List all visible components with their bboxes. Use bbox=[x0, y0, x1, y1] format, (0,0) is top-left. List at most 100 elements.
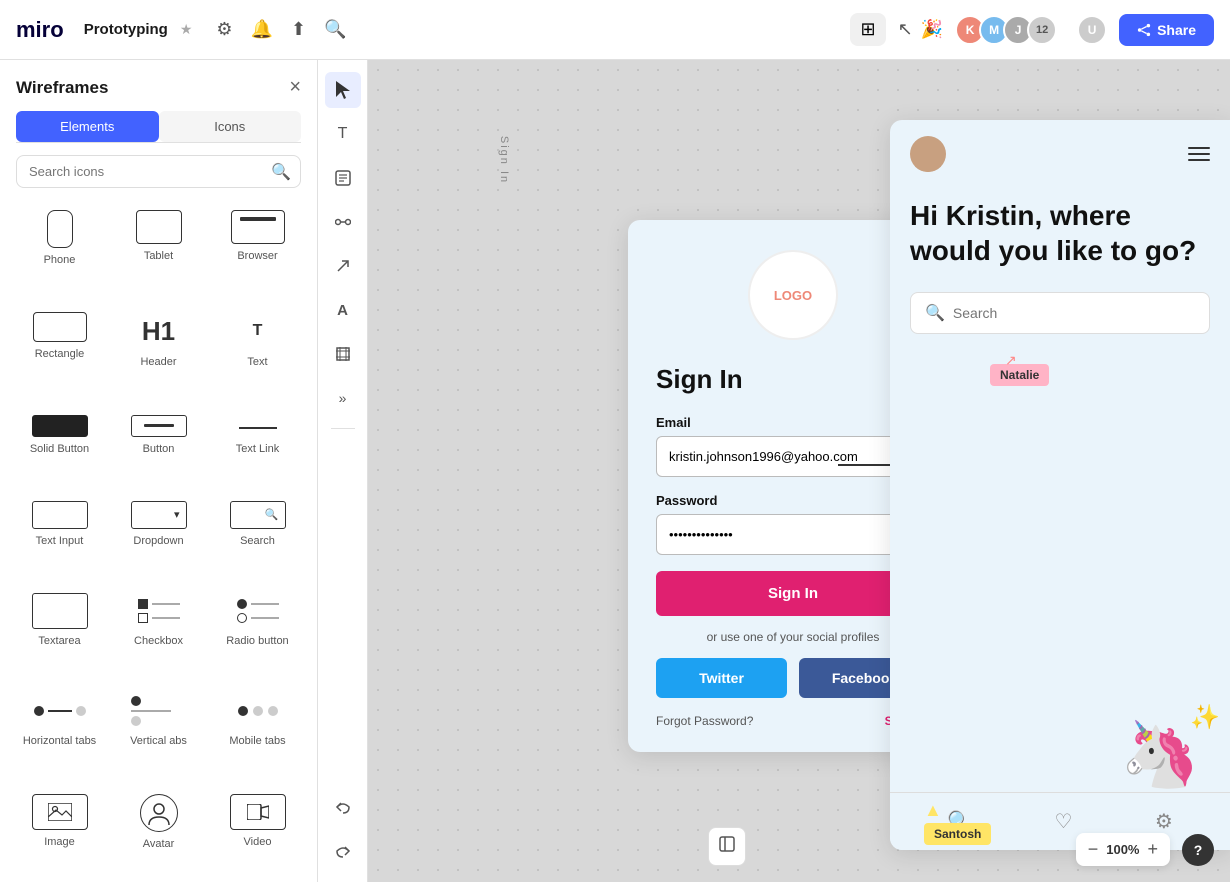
element-solid-button[interactable]: Solid Button bbox=[12, 405, 107, 487]
search-box-icon: 🔍 bbox=[925, 303, 945, 323]
avatar-count[interactable]: 12 bbox=[1027, 15, 1057, 45]
footer-heart-icon[interactable]: ♡ bbox=[1055, 809, 1073, 834]
browser-label: Browser bbox=[237, 250, 277, 262]
dropdown-label: Dropdown bbox=[133, 535, 183, 547]
elements-grid: Phone Tablet Browser Rectangle H1 bbox=[0, 200, 317, 882]
natalie-sticky: Natalie bbox=[990, 364, 1049, 386]
avatar-icon bbox=[140, 794, 178, 832]
zoom-in-button[interactable]: + bbox=[1147, 839, 1158, 860]
text-input-label: Text Input bbox=[36, 535, 84, 547]
element-button[interactable]: Button bbox=[111, 405, 206, 487]
cursor-tool[interactable] bbox=[325, 72, 361, 108]
element-tablet[interactable]: Tablet bbox=[111, 200, 206, 298]
canvas[interactable]: 😬 💬 LOGO Sign In Email Password 👁 Sign I… bbox=[368, 60, 1230, 882]
desktop-heading: Hi Kristin, where would you like to go? bbox=[910, 198, 1210, 268]
desktop-content: Hi Kristin, where would you like to go? … bbox=[890, 188, 1230, 505]
checkbox-label: Checkbox bbox=[134, 635, 183, 647]
element-header[interactable]: H1 Header bbox=[111, 302, 206, 400]
hamburger-menu[interactable] bbox=[1188, 147, 1210, 161]
element-rectangle[interactable]: Rectangle bbox=[12, 302, 107, 400]
password-input[interactable] bbox=[656, 514, 930, 555]
close-sidebar-button[interactable]: × bbox=[289, 76, 301, 99]
tablet-label: Tablet bbox=[144, 250, 173, 262]
share-button[interactable]: Share bbox=[1119, 14, 1214, 46]
element-text[interactable]: T Text bbox=[210, 302, 305, 400]
element-radio-button[interactable]: Radio button bbox=[210, 583, 305, 679]
more-tools[interactable]: » bbox=[325, 380, 361, 416]
element-mobile-tabs[interactable]: Mobile tabs bbox=[210, 683, 305, 779]
hamburger-line-2 bbox=[1188, 153, 1210, 155]
avatar-label: Avatar bbox=[143, 838, 175, 850]
text-link-label: Text Link bbox=[236, 443, 279, 455]
mobile-tabs-icon bbox=[230, 693, 286, 729]
tablet-icon bbox=[136, 210, 182, 244]
element-textarea[interactable]: Textarea bbox=[12, 583, 107, 679]
search-box[interactable]: 🔍 bbox=[910, 292, 1210, 334]
header-label: Header bbox=[140, 356, 176, 368]
search-bar: 🔍 bbox=[16, 155, 301, 188]
avatar-group: K M J 12 bbox=[955, 15, 1057, 45]
desktop-avatar[interactable] bbox=[910, 136, 946, 172]
search-icons-input[interactable] bbox=[16, 155, 301, 188]
unicorn-emoji: 🦄 bbox=[1120, 717, 1200, 792]
twitter-button[interactable]: Twitter bbox=[656, 658, 787, 698]
bell-icon[interactable]: 🔔 bbox=[251, 19, 273, 40]
horizontal-tabs-icon bbox=[32, 693, 88, 729]
help-button[interactable]: ? bbox=[1182, 834, 1214, 866]
horizontal-tabs-label: Horizontal tabs bbox=[23, 735, 96, 747]
sidebar-title: Wireframes bbox=[16, 78, 108, 98]
element-dropdown[interactable]: ▾ Dropdown bbox=[111, 491, 206, 579]
share-icon bbox=[1137, 23, 1151, 37]
element-text-link[interactable]: Text Link bbox=[210, 405, 305, 487]
element-vertical-tabs[interactable]: Vertical abs bbox=[111, 683, 206, 779]
apps-button[interactable]: ⊞ bbox=[850, 13, 885, 46]
logo[interactable]: miro bbox=[16, 17, 64, 43]
search-icon[interactable]: 🔍 bbox=[324, 19, 346, 40]
settings-icon[interactable]: ⚙ bbox=[216, 19, 232, 40]
phone-label: Phone bbox=[44, 254, 76, 266]
element-phone[interactable]: Phone bbox=[12, 200, 107, 298]
element-search[interactable]: 🔍 Search bbox=[210, 491, 305, 579]
zoom-out-button[interactable]: − bbox=[1088, 839, 1099, 860]
star-icon[interactable]: ★ bbox=[180, 21, 193, 38]
footer-settings-icon[interactable]: ⚙ bbox=[1155, 809, 1173, 834]
share-label: Share bbox=[1157, 22, 1196, 38]
cursor-mode-icon[interactable]: ↖ bbox=[898, 19, 913, 40]
tab-elements[interactable]: Elements bbox=[16, 111, 159, 142]
font-tool[interactable]: A bbox=[325, 292, 361, 328]
desktop-header bbox=[890, 120, 1230, 188]
panel-toggle-button[interactable] bbox=[708, 827, 746, 866]
rectangle-label: Rectangle bbox=[35, 348, 85, 360]
element-checkbox[interactable]: Checkbox bbox=[111, 583, 206, 679]
element-text-input[interactable]: Text Input bbox=[12, 491, 107, 579]
element-avatar[interactable]: Avatar bbox=[111, 784, 206, 882]
text-tool[interactable]: T bbox=[325, 116, 361, 152]
forgot-password-link[interactable]: Forgot Password? bbox=[656, 714, 753, 728]
frame-tool[interactable] bbox=[325, 336, 361, 372]
sticky-note-tool[interactable] bbox=[325, 160, 361, 196]
topbar: miro Prototyping ★ ⚙ 🔔 ⬆ 🔍 ⊞ ↖ 🎉 K M J 1… bbox=[0, 0, 1230, 60]
avatar-single[interactable]: U bbox=[1077, 15, 1107, 45]
project-name[interactable]: Prototyping bbox=[84, 21, 168, 38]
vertical-tabs-icon bbox=[131, 693, 187, 729]
play-icon[interactable]: 🎉 bbox=[921, 19, 943, 40]
button-icon bbox=[131, 415, 187, 437]
search-label: Search bbox=[240, 535, 275, 547]
arrow-tool[interactable] bbox=[325, 248, 361, 284]
signin-vertical-label: Sign In bbox=[498, 136, 510, 184]
signin-button[interactable]: Sign In bbox=[656, 571, 930, 616]
logo-circle: LOGO bbox=[748, 250, 838, 340]
textarea-icon bbox=[32, 593, 88, 629]
element-horizontal-tabs[interactable]: Horizontal tabs bbox=[12, 683, 107, 779]
redo-button[interactable] bbox=[325, 834, 361, 870]
element-image[interactable]: Image bbox=[12, 784, 107, 882]
connect-tool[interactable] bbox=[325, 204, 361, 240]
undo-button[interactable] bbox=[325, 790, 361, 826]
element-browser[interactable]: Browser bbox=[210, 200, 305, 298]
zoom-value: 100% bbox=[1106, 842, 1139, 857]
search-box-input[interactable] bbox=[953, 305, 1195, 321]
topbar-right: ⊞ ↖ 🎉 K M J 12 U Share bbox=[850, 13, 1214, 46]
element-video[interactable]: Video bbox=[210, 784, 305, 882]
upload-icon[interactable]: ⬆ bbox=[291, 19, 306, 40]
tab-icons[interactable]: Icons bbox=[159, 111, 302, 142]
